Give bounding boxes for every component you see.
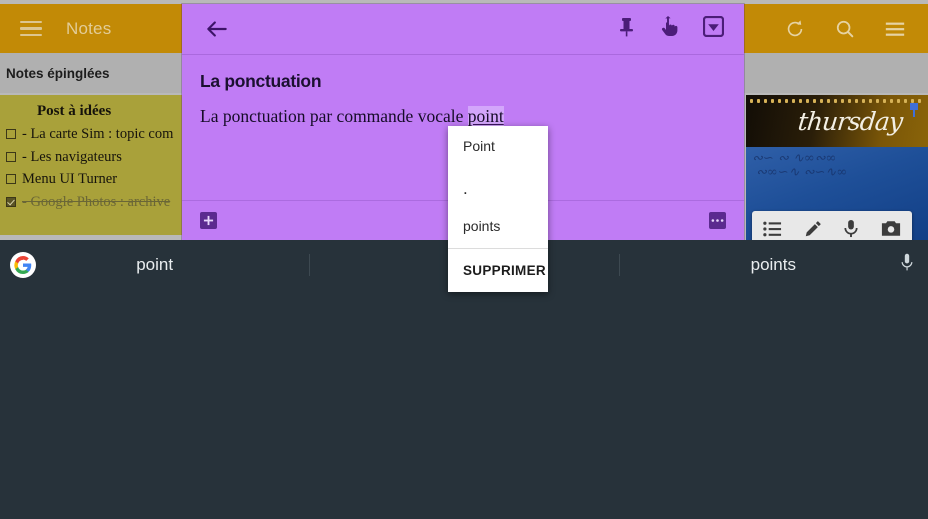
popup-item-supprimer[interactable]: SUPPRIMER xyxy=(448,249,548,291)
popup-item-points[interactable]: points xyxy=(448,206,548,246)
app-title: Notes xyxy=(66,18,112,38)
note-text-selected-word[interactable]: point xyxy=(467,106,504,126)
checkbox-icon[interactable] xyxy=(6,151,16,162)
checkbox-icon[interactable] xyxy=(6,129,16,139)
note-card-header: Post à idées xyxy=(6,103,179,120)
microphone-icon[interactable] xyxy=(900,253,914,278)
pen-icon[interactable] xyxy=(804,220,822,241)
list-item-label: - Les navigateurs xyxy=(22,148,122,165)
word-correction-popup: Point . points SUPPRIMER xyxy=(448,126,548,292)
more-dots-icon[interactable] xyxy=(709,212,726,229)
note-text-plain: La ponctuation par commande vocale xyxy=(200,106,468,126)
note-title[interactable]: La ponctuation xyxy=(200,71,726,92)
plus-box-icon[interactable] xyxy=(200,212,217,229)
note-card-thursday[interactable]: thursday ∾∽ ∾ ∿∞∾∞ ∾∞∽∿ ∾∽∿∞ ∾∽ ∿∞∾ ∞∽∿ xyxy=(746,95,928,240)
hamburger-icon[interactable] xyxy=(20,20,42,37)
suggestion-1[interactable]: point xyxy=(0,255,309,275)
note-card-post-a-idees[interactable]: Post à idées - La carte Sim : topic com … xyxy=(0,95,185,235)
banner-dots-decoration xyxy=(750,99,924,104)
checkbox-icon[interactable] xyxy=(6,174,16,184)
pin-icon[interactable] xyxy=(618,17,635,42)
list-menu-icon[interactable] xyxy=(884,18,906,40)
handwriting-scribble: ∾∞∽∿ ∾∽∿∞ xyxy=(756,165,848,180)
search-icon[interactable] xyxy=(834,18,856,40)
popup-item-period[interactable]: . xyxy=(448,166,548,206)
note-card-title: Post à idées xyxy=(37,103,112,119)
popup-item-point[interactable]: Point xyxy=(448,126,548,166)
list-item[interactable]: - Google Photos : archive xyxy=(6,194,179,211)
list-item[interactable]: - Les navigateurs xyxy=(6,149,179,166)
thursday-script-text: thursday xyxy=(796,107,904,136)
hand-pointer-icon[interactable] xyxy=(659,16,679,42)
thursday-banner: thursday xyxy=(746,95,928,147)
note-quick-actions-toolbar xyxy=(752,211,912,240)
list-item-label: - La carte Sim : topic com xyxy=(22,126,174,142)
editor-toolbar-actions xyxy=(618,15,725,42)
editor-toolbar xyxy=(182,4,744,54)
nav-actions xyxy=(784,18,906,40)
list-item-label: Menu UI Turner xyxy=(22,171,118,187)
list-item[interactable]: - La carte Sim : topic com xyxy=(6,126,179,143)
handwriting-scribble: ∾∽ ∾ ∿∞∾∞ xyxy=(752,151,837,166)
camera-icon[interactable] xyxy=(881,220,901,240)
checkbox-icon-checked[interactable] xyxy=(6,196,16,207)
checklist-icon[interactable] xyxy=(763,221,782,241)
note-body-text[interactable]: La ponctuation par commande vocale point xyxy=(200,106,726,127)
list-item-label: - Google Photos : archive xyxy=(22,193,171,210)
screen: Notes Notes épinglées Post à idées - La … xyxy=(0,0,928,519)
suggestion-3[interactable]: points xyxy=(619,255,928,275)
pinned-label: Notes épinglées xyxy=(6,65,110,81)
lightbulb-icon xyxy=(18,103,31,120)
pin-icon[interactable] xyxy=(908,102,920,118)
back-arrow-icon[interactable] xyxy=(204,16,230,42)
list-item[interactable]: Menu UI Turner xyxy=(6,171,179,188)
microphone-icon[interactable] xyxy=(843,219,859,240)
archive-box-icon[interactable] xyxy=(702,15,725,42)
refresh-icon[interactable] xyxy=(784,18,806,40)
